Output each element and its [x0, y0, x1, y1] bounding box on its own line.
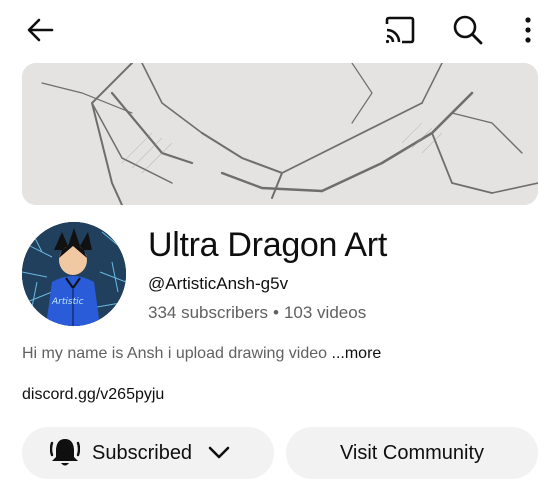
- cast-icon: [385, 16, 415, 44]
- video-count: 103 videos: [283, 303, 367, 322]
- description-more-link[interactable]: ...more: [332, 345, 382, 362]
- subscriber-count: 334 subscribers: [148, 303, 269, 322]
- more-options-button[interactable]: [512, 12, 544, 48]
- channel-handle: @ArtisticAnsh-g5v: [148, 274, 289, 293]
- avatar-image: Artistic: [22, 222, 126, 326]
- channel-banner[interactable]: [22, 63, 538, 205]
- channel-stats: 334 subscribers • 103 videos: [148, 303, 366, 323]
- stats-separator: •: [273, 303, 279, 322]
- top-app-bar: [0, 0, 560, 60]
- back-button[interactable]: [20, 12, 60, 48]
- subscribed-label: Subscribed: [92, 441, 193, 464]
- banner-sketch-image: [22, 63, 538, 205]
- search-button[interactable]: [448, 12, 488, 48]
- chevron-down-icon: [206, 440, 232, 466]
- channel-name: Ultra Dragon Art: [148, 226, 387, 264]
- visit-community-label: Visit Community: [339, 441, 485, 464]
- svg-text:Artistic: Artistic: [51, 297, 84, 307]
- description-text: Hi my name is Ansh i upload drawing vide…: [22, 345, 332, 362]
- bell-icon: [48, 436, 82, 470]
- channel-link[interactable]: discord.gg/v265pyju: [22, 386, 164, 404]
- search-icon: [453, 15, 483, 45]
- subscribed-button[interactable]: Subscribed: [22, 427, 274, 479]
- channel-description[interactable]: Hi my name is Ansh i upload drawing vide…: [22, 345, 381, 363]
- arrow-left-icon: [27, 18, 54, 42]
- visit-community-button[interactable]: Visit Community: [286, 427, 538, 479]
- cast-button[interactable]: [380, 12, 420, 48]
- more-vertical-icon: [525, 17, 531, 43]
- channel-avatar[interactable]: Artistic: [22, 222, 126, 326]
